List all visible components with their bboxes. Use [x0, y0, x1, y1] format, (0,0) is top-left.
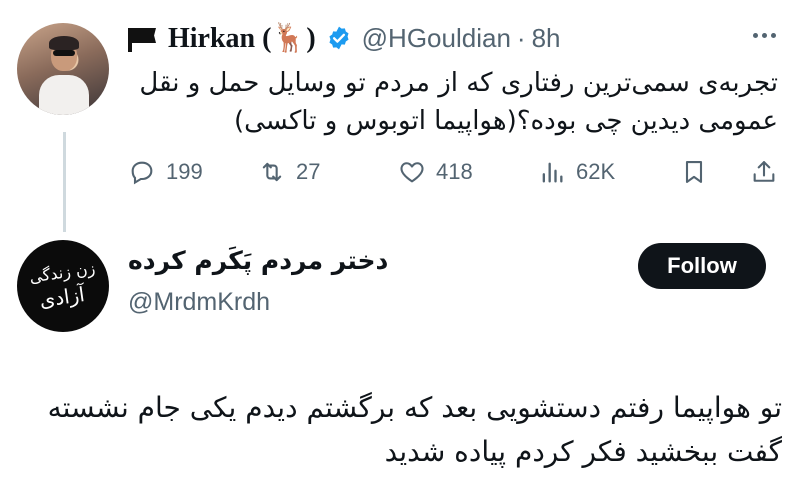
- verified-badge-icon: [329, 26, 349, 50]
- bookmark-icon: [685, 161, 703, 183]
- reply-count: 199: [166, 159, 203, 184]
- display-name[interactable]: دختر مردم پَکَرم کرده: [128, 246, 388, 275]
- avatar-text-line2: آزادی: [38, 281, 88, 312]
- follow-button[interactable]: Follow: [638, 243, 766, 289]
- user-handle[interactable]: @HGouldian: [362, 23, 511, 54]
- more-icon[interactable]: [753, 33, 776, 38]
- tweet-action-bar: 199 27 418 62K: [128, 152, 788, 192]
- avatar[interactable]: [17, 23, 109, 115]
- bookmark-button[interactable]: [680, 158, 708, 186]
- display-name[interactable]: Hirkan (🦌): [168, 21, 316, 55]
- black-flag-icon: [128, 28, 158, 52]
- views-button[interactable]: 62K: [538, 158, 615, 186]
- user-handle[interactable]: @MrdmKrdh: [128, 288, 270, 317]
- reply-icon: [131, 161, 153, 185]
- timestamp[interactable]: 8h: [532, 23, 561, 54]
- separator-dot: ·: [516, 22, 526, 53]
- reply-button[interactable]: 199: [128, 158, 203, 186]
- like-button[interactable]: 418: [398, 158, 473, 186]
- heart-icon: [400, 162, 424, 183]
- tweet-text: تجربه‌ی سمی‌ترین رفتاری که از مردم تو وس…: [139, 68, 778, 136]
- retweet-icon: [262, 162, 282, 182]
- avatar[interactable]: زن زندگی آزادی: [17, 240, 109, 332]
- share-icon: [753, 161, 775, 182]
- tweet-header: Hirkan (🦌) @HGouldian · 8h: [128, 20, 561, 56]
- avatar-text-line1: زن زندگی: [28, 259, 96, 288]
- retweet-count: 27: [296, 159, 321, 184]
- views-chart-icon: [542, 162, 563, 183]
- share-button[interactable]: [750, 158, 778, 186]
- avatar-logo: زن زندگی آزادی: [28, 259, 96, 313]
- views-count: 62K: [576, 159, 616, 184]
- tweet-text: تو هواپیما رفتم دستشویی بعد که برگشتم دی…: [47, 391, 782, 468]
- thread-connector-line: [63, 132, 66, 232]
- retweet-button[interactable]: 27: [258, 158, 320, 186]
- like-count: 418: [436, 159, 473, 184]
